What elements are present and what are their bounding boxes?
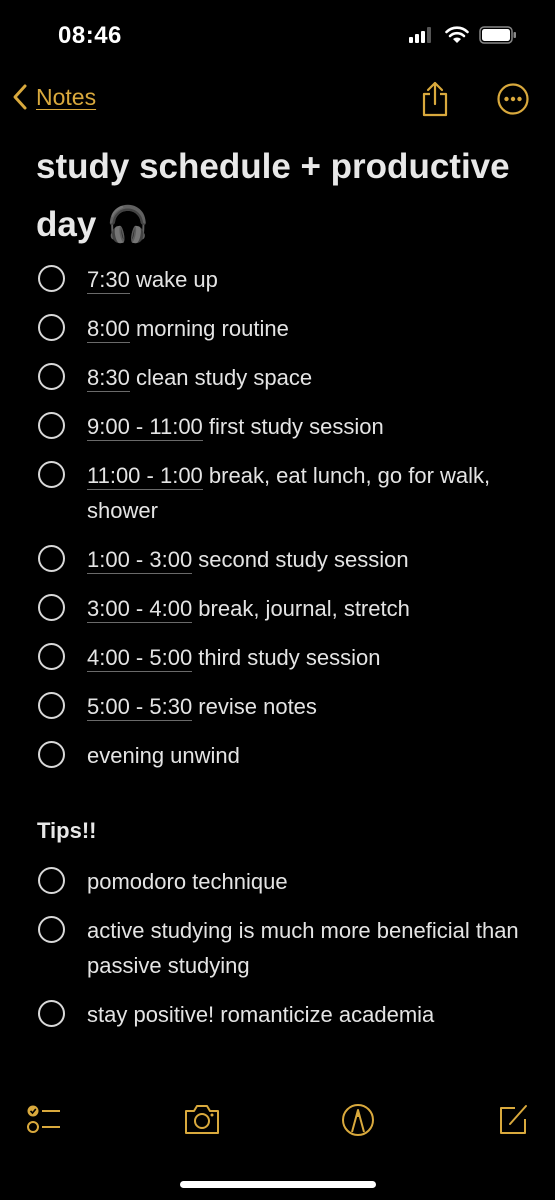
tips-heading: Tips!! bbox=[37, 818, 97, 843]
navigation-bar: Notes bbox=[0, 75, 555, 125]
checklist-item[interactable]: 5:00 - 5:30 revise notes bbox=[0, 689, 555, 724]
checklist-item[interactable]: pomodoro technique bbox=[0, 864, 555, 899]
checkbox[interactable] bbox=[38, 363, 65, 390]
compose-button[interactable] bbox=[497, 1102, 531, 1141]
item-text: wake up bbox=[129, 267, 218, 292]
status-bar: 08:46 bbox=[0, 0, 555, 70]
time-link[interactable]: 3:00 - 4:00 bbox=[87, 596, 193, 623]
time-link[interactable]: 7:30 bbox=[87, 267, 130, 294]
checkbox[interactable] bbox=[38, 412, 65, 439]
schedule-checklist: 7:30 wake up 8:00 morning routine 8:30 c… bbox=[0, 262, 555, 787]
checklist-item[interactable]: 8:30 clean study space bbox=[0, 360, 555, 395]
compose-icon bbox=[500, 1105, 527, 1134]
item-text: revise notes bbox=[192, 694, 317, 719]
item-text: pomodoro technique bbox=[87, 869, 288, 894]
item-text: clean study space bbox=[129, 365, 313, 390]
status-time: 08:46 bbox=[58, 22, 122, 49]
more-icon bbox=[497, 83, 529, 115]
checkbox[interactable] bbox=[38, 692, 65, 719]
time-link[interactable]: 8:30 bbox=[87, 365, 130, 392]
item-text: evening unwind bbox=[87, 743, 240, 768]
chevron-left-icon bbox=[13, 84, 27, 110]
checklist-item[interactable]: active studying is much more beneficial … bbox=[0, 913, 555, 983]
checklist-item[interactable]: 7:30 wake up bbox=[0, 262, 555, 297]
item-text: second study session bbox=[192, 547, 409, 572]
checklist-item[interactable]: stay positive! romanticize academia bbox=[0, 997, 555, 1032]
note-title[interactable]: study schedule + productive day 🎧 bbox=[36, 138, 516, 254]
checkbox[interactable] bbox=[38, 741, 65, 768]
item-text: third study session bbox=[192, 645, 381, 670]
checklist-item[interactable]: 8:00 morning routine bbox=[0, 311, 555, 346]
checkbox[interactable] bbox=[38, 461, 65, 488]
time-link[interactable]: 11:00 - 1:00 bbox=[87, 463, 203, 490]
checklist-item[interactable]: evening unwind bbox=[0, 738, 555, 773]
checklist-item[interactable]: 11:00 - 1:00 break, eat lunch, go for wa… bbox=[0, 458, 555, 528]
checkbox[interactable] bbox=[38, 643, 65, 670]
checklist-item[interactable]: 9:00 - 11:00 first study session bbox=[0, 409, 555, 444]
checkbox[interactable] bbox=[38, 594, 65, 621]
bottom-toolbar bbox=[0, 1100, 555, 1145]
checklist-icon bbox=[27, 1105, 60, 1133]
checkbox[interactable] bbox=[38, 314, 65, 341]
checklist-button[interactable] bbox=[26, 1102, 62, 1143]
checklist-item[interactable]: 1:00 - 3:00 second study session bbox=[0, 542, 555, 577]
time-link[interactable]: 1:00 - 3:00 bbox=[87, 547, 193, 574]
camera-icon bbox=[185, 1105, 219, 1134]
item-text: morning routine bbox=[129, 316, 289, 341]
markup-pen-icon bbox=[342, 1104, 374, 1136]
tips-checklist: pomodoro technique active studying is mu… bbox=[0, 864, 555, 1046]
back-button[interactable]: Notes bbox=[12, 83, 96, 111]
checkbox[interactable] bbox=[38, 916, 65, 943]
time-link[interactable]: 8:00 bbox=[87, 316, 130, 343]
share-button[interactable] bbox=[420, 80, 450, 123]
item-text: stay positive! romanticize academia bbox=[87, 1002, 435, 1027]
battery-icon bbox=[479, 26, 516, 44]
checkbox[interactable] bbox=[38, 1000, 65, 1027]
item-text: first study session bbox=[202, 414, 384, 439]
wifi-icon bbox=[445, 26, 469, 43]
time-link[interactable]: 5:00 - 5:30 bbox=[87, 694, 193, 721]
item-text: active studying is much more beneficial … bbox=[87, 918, 519, 978]
checkbox[interactable] bbox=[38, 265, 65, 292]
item-text: break, journal, stretch bbox=[192, 596, 410, 621]
checkbox[interactable] bbox=[38, 867, 65, 894]
checklist-item[interactable]: 4:00 - 5:00 third study session bbox=[0, 640, 555, 675]
time-link[interactable]: 9:00 - 11:00 bbox=[87, 414, 203, 441]
home-indicator[interactable] bbox=[180, 1181, 376, 1188]
share-icon bbox=[422, 81, 448, 117]
checkbox[interactable] bbox=[38, 545, 65, 572]
markup-button[interactable] bbox=[340, 1102, 376, 1143]
checklist-item[interactable]: 3:00 - 4:00 break, journal, stretch bbox=[0, 591, 555, 626]
cellular-signal-icon bbox=[409, 27, 431, 43]
more-options-button[interactable] bbox=[496, 82, 530, 121]
time-link[interactable]: 4:00 - 5:00 bbox=[87, 645, 193, 672]
camera-button[interactable] bbox=[183, 1102, 221, 1141]
back-label: Notes bbox=[36, 83, 97, 110]
